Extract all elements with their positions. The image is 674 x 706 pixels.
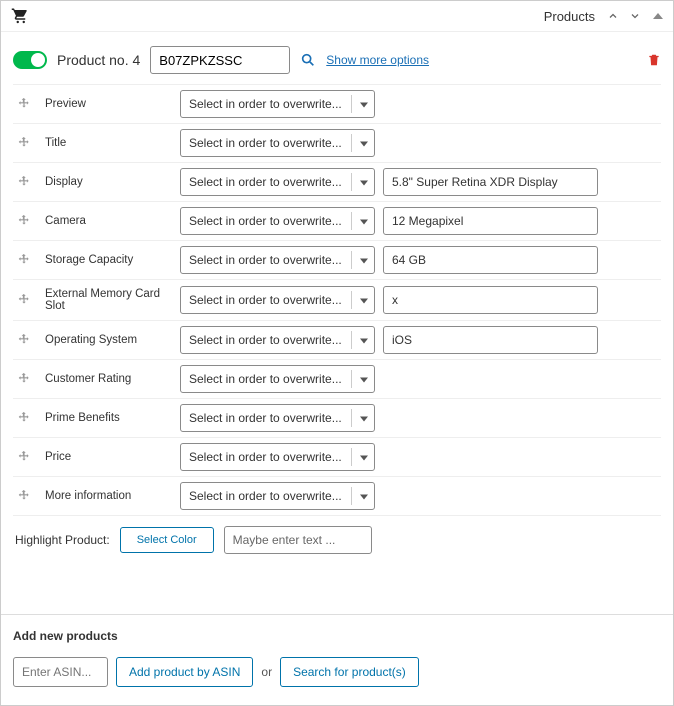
panel-title: Products xyxy=(544,9,595,24)
add-section-title: Add new products xyxy=(13,629,661,643)
drag-handle-icon[interactable] xyxy=(13,85,41,124)
field-value-input[interactable] xyxy=(383,246,598,274)
drag-handle-icon[interactable] xyxy=(13,280,41,321)
field-label: Operating System xyxy=(41,321,176,360)
drag-handle-icon[interactable] xyxy=(13,399,41,438)
field-row: More information Select in order to overw… xyxy=(13,477,661,516)
collapse-icon[interactable] xyxy=(653,13,663,19)
product-block: Product no. 4 Show more options Preview S… xyxy=(1,32,673,584)
drag-handle-icon[interactable] xyxy=(13,438,41,477)
panel-header: Products xyxy=(1,1,673,32)
product-number-label: Product no. 4 xyxy=(57,52,140,68)
overwrite-select-text: Select in order to overwrite... xyxy=(181,372,374,386)
field-row: Storage Capacity Select in order to overw… xyxy=(13,241,661,280)
field-label: Price xyxy=(41,438,176,477)
add-row: Add product by ASIN or Search for produc… xyxy=(13,657,661,687)
overwrite-select-text: Select in order to overwrite... xyxy=(181,253,374,267)
select-color-button[interactable]: Select Color xyxy=(120,527,214,553)
fields-table: PreviewSelect in order to overwrite...Ti… xyxy=(13,84,661,516)
cart-icon xyxy=(11,7,29,25)
field-row: Camera Select in order to overwrite... xyxy=(13,202,661,241)
overwrite-select-text: Select in order to overwrite... xyxy=(181,136,374,150)
field-row: Price Select in order to overwrite... xyxy=(13,438,661,477)
field-label: Title xyxy=(41,124,176,163)
overwrite-select-text: Select in order to overwrite... xyxy=(181,450,374,464)
field-row: Customer Rating Select in order to overwr… xyxy=(13,360,661,399)
search-products-button[interactable]: Search for product(s) xyxy=(280,657,419,687)
drag-handle-icon[interactable] xyxy=(13,163,41,202)
field-value-input[interactable] xyxy=(383,286,598,314)
overwrite-select-text: Select in order to overwrite... xyxy=(181,97,374,111)
field-label: Display xyxy=(41,163,176,202)
field-label: Preview xyxy=(41,85,176,124)
overwrite-select[interactable]: Select in order to overwrite... xyxy=(180,168,375,196)
search-icon[interactable] xyxy=(300,52,316,68)
overwrite-select-text: Select in order to overwrite... xyxy=(181,333,374,347)
or-text: or xyxy=(261,665,272,679)
overwrite-select[interactable]: Select in order to overwrite... xyxy=(180,404,375,432)
overwrite-select[interactable]: Select in order to overwrite... xyxy=(180,326,375,354)
enter-asin-input[interactable] xyxy=(13,657,108,687)
overwrite-select[interactable]: Select in order to overwrite... xyxy=(180,90,375,118)
overwrite-select-text: Select in order to overwrite... xyxy=(181,175,374,189)
overwrite-select-text: Select in order to overwrite... xyxy=(181,411,374,425)
field-value-input[interactable] xyxy=(383,326,598,354)
move-up-icon[interactable] xyxy=(605,8,621,24)
field-value-input[interactable] xyxy=(383,207,598,235)
panel: Products Product no. 4 Show more options xyxy=(0,0,674,706)
move-down-icon[interactable] xyxy=(627,8,643,24)
overwrite-select[interactable]: Select in order to overwrite... xyxy=(180,443,375,471)
overwrite-select[interactable]: Select in order to overwrite... xyxy=(180,246,375,274)
field-value-input[interactable] xyxy=(383,168,598,196)
overwrite-select-text: Select in order to overwrite... xyxy=(181,214,374,228)
field-row: Prime Benefits Select in order to overwri… xyxy=(13,399,661,438)
drag-handle-icon[interactable] xyxy=(13,124,41,163)
enable-toggle[interactable] xyxy=(13,51,47,69)
overwrite-select[interactable]: Select in order to overwrite... xyxy=(180,207,375,235)
field-label: Camera xyxy=(41,202,176,241)
field-label: Prime Benefits xyxy=(41,399,176,438)
overwrite-select-text: Select in order to overwrite... xyxy=(181,489,374,503)
field-row: External Memory Card Slot Select in order… xyxy=(13,280,661,321)
field-row: Display Select in order to overwrite... xyxy=(13,163,661,202)
add-by-asin-button[interactable]: Add product by ASIN xyxy=(116,657,253,687)
drag-handle-icon[interactable] xyxy=(13,241,41,280)
asin-input[interactable] xyxy=(150,46,290,74)
overwrite-select[interactable]: Select in order to overwrite... xyxy=(180,365,375,393)
highlight-row: Highlight Product: Select Color xyxy=(13,516,661,564)
overwrite-select[interactable]: Select in order to overwrite... xyxy=(180,286,375,314)
field-label: Customer Rating xyxy=(41,360,176,399)
overwrite-select[interactable]: Select in order to overwrite... xyxy=(180,482,375,510)
overwrite-select-text: Select in order to overwrite... xyxy=(181,293,374,307)
drag-handle-icon[interactable] xyxy=(13,321,41,360)
drag-handle-icon[interactable] xyxy=(13,477,41,516)
field-row: Operating System Select in order to overw… xyxy=(13,321,661,360)
field-label: More information xyxy=(41,477,176,516)
product-top-row: Product no. 4 Show more options xyxy=(13,42,661,84)
drag-handle-icon[interactable] xyxy=(13,360,41,399)
field-row: Preview Select in order to overwrite... xyxy=(13,85,661,124)
field-label: External Memory Card Slot xyxy=(41,280,176,321)
drag-handle-icon[interactable] xyxy=(13,202,41,241)
delete-icon[interactable] xyxy=(647,53,661,67)
add-section: Add new products Add product by ASIN or … xyxy=(1,614,673,705)
field-row: Title Select in order to overwrite... xyxy=(13,124,661,163)
show-more-link[interactable]: Show more options xyxy=(326,53,429,67)
field-label: Storage Capacity xyxy=(41,241,176,280)
highlight-label: Highlight Product: xyxy=(15,533,110,547)
overwrite-select[interactable]: Select in order to overwrite... xyxy=(180,129,375,157)
highlight-text-input[interactable] xyxy=(224,526,372,554)
